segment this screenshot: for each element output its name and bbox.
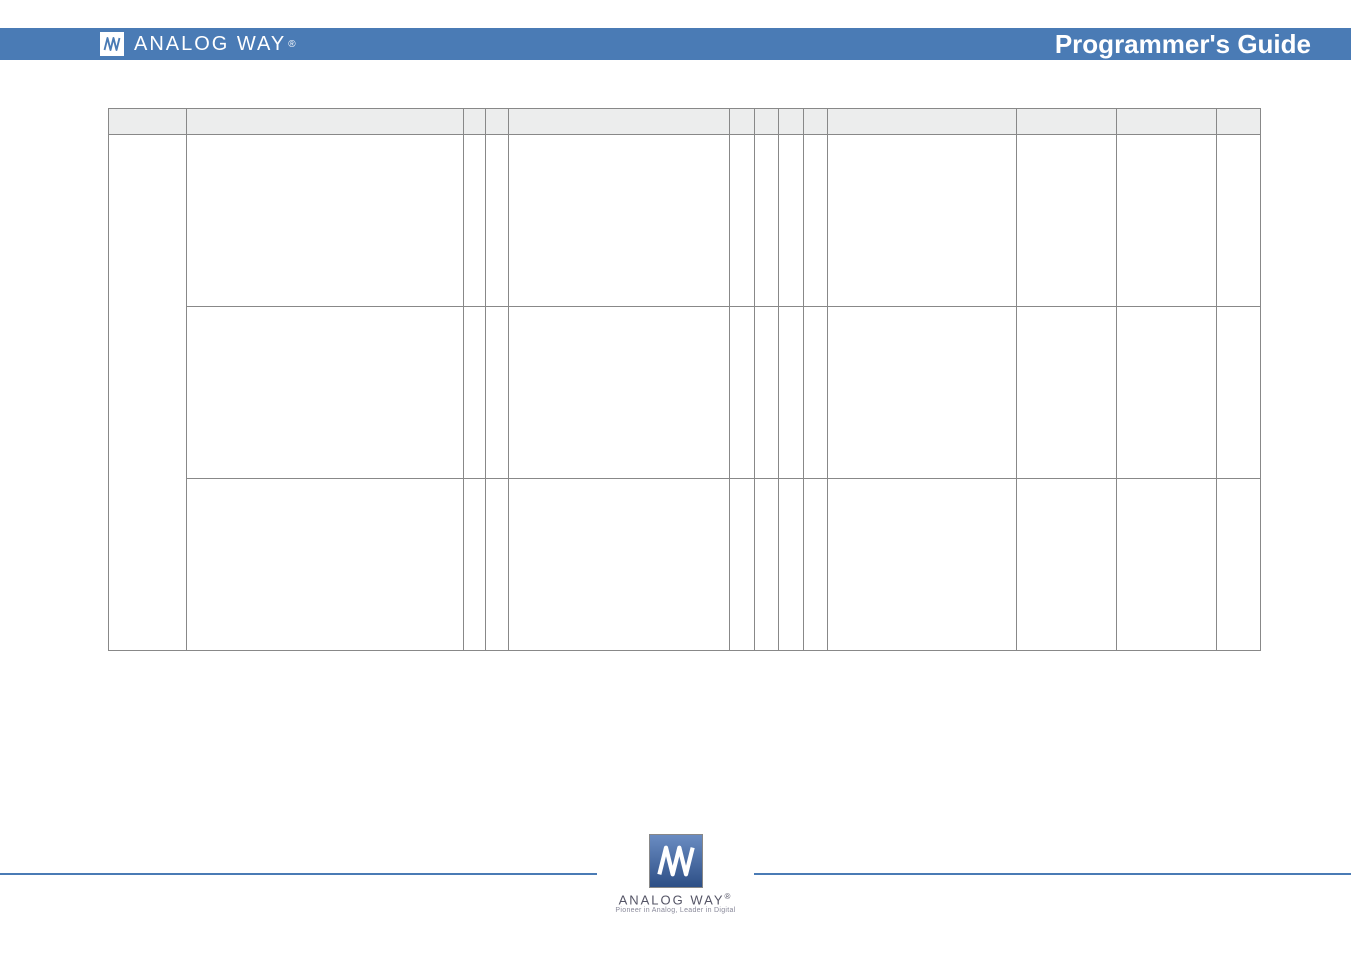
cell: [464, 135, 486, 307]
footer-tagline: Pioneer in Analog, Leader in Digital: [615, 907, 735, 914]
cell: [508, 479, 730, 651]
cell: [754, 479, 778, 651]
th-def: [1216, 109, 1261, 135]
cell: [1016, 479, 1116, 651]
cell: [508, 135, 730, 307]
th-val: [828, 109, 1017, 135]
table-header-row: [109, 109, 1261, 135]
brand-text: ANALOG WAY: [134, 33, 286, 56]
cell: [1116, 307, 1216, 479]
footer: ANALOG WAY® Pioneer in Analog, Leader in…: [0, 834, 1351, 914]
cell: [186, 135, 463, 307]
cell: [803, 135, 827, 307]
table-row: [109, 479, 1261, 651]
th-name: [186, 109, 463, 135]
footer-line-right: [754, 873, 1351, 875]
th-group: [109, 109, 187, 135]
footer-logo: ANALOG WAY® Pioneer in Analog, Leader in…: [615, 834, 735, 914]
table-row: [109, 307, 1261, 479]
cell: [186, 307, 463, 479]
cell: [1216, 479, 1261, 651]
cell: [803, 307, 827, 479]
th-d1: [730, 109, 754, 135]
table-row: [109, 135, 1261, 307]
brand-logo-icon: [100, 32, 124, 56]
cell: [486, 135, 508, 307]
cell: [508, 307, 730, 479]
th-d3: [779, 109, 803, 135]
cell: [186, 479, 463, 651]
footer-reg: ®: [725, 892, 733, 901]
cell: [1216, 135, 1261, 307]
cell: [779, 479, 803, 651]
th-d4: [803, 109, 827, 135]
cell: [754, 135, 778, 307]
cell: [828, 479, 1017, 651]
cell: [828, 135, 1017, 307]
command-table: [108, 108, 1261, 651]
header-bar: ANALOG WAY ® Programmer's Guide: [0, 28, 1351, 60]
page-title: Programmer's Guide: [1055, 29, 1311, 60]
brand-registered: ®: [288, 39, 295, 50]
cell: [730, 307, 754, 479]
cell: [1016, 307, 1116, 479]
footer-logo-icon: [649, 834, 703, 888]
brand-wrap: ANALOG WAY ®: [100, 32, 296, 56]
cell: [754, 307, 778, 479]
cell-group: [109, 135, 187, 651]
cell: [1216, 307, 1261, 479]
cell: [464, 307, 486, 479]
th-resp: [508, 109, 730, 135]
th-rw: [464, 109, 486, 135]
footer-brand-text: ANALOG WAY: [619, 892, 725, 907]
th-min: [1016, 109, 1116, 135]
footer-line-left: [0, 873, 597, 875]
cell: [730, 479, 754, 651]
cell: [1116, 135, 1216, 307]
cell: [803, 479, 827, 651]
th-cmd: [486, 109, 508, 135]
cell: [1116, 479, 1216, 651]
cell: [779, 307, 803, 479]
th-max: [1116, 109, 1216, 135]
footer-brand: ANALOG WAY®: [615, 892, 735, 907]
cell: [486, 307, 508, 479]
cell: [730, 135, 754, 307]
cell: [828, 307, 1017, 479]
th-d2: [754, 109, 778, 135]
cell: [1016, 135, 1116, 307]
cell: [486, 479, 508, 651]
cell: [464, 479, 486, 651]
cell: [779, 135, 803, 307]
